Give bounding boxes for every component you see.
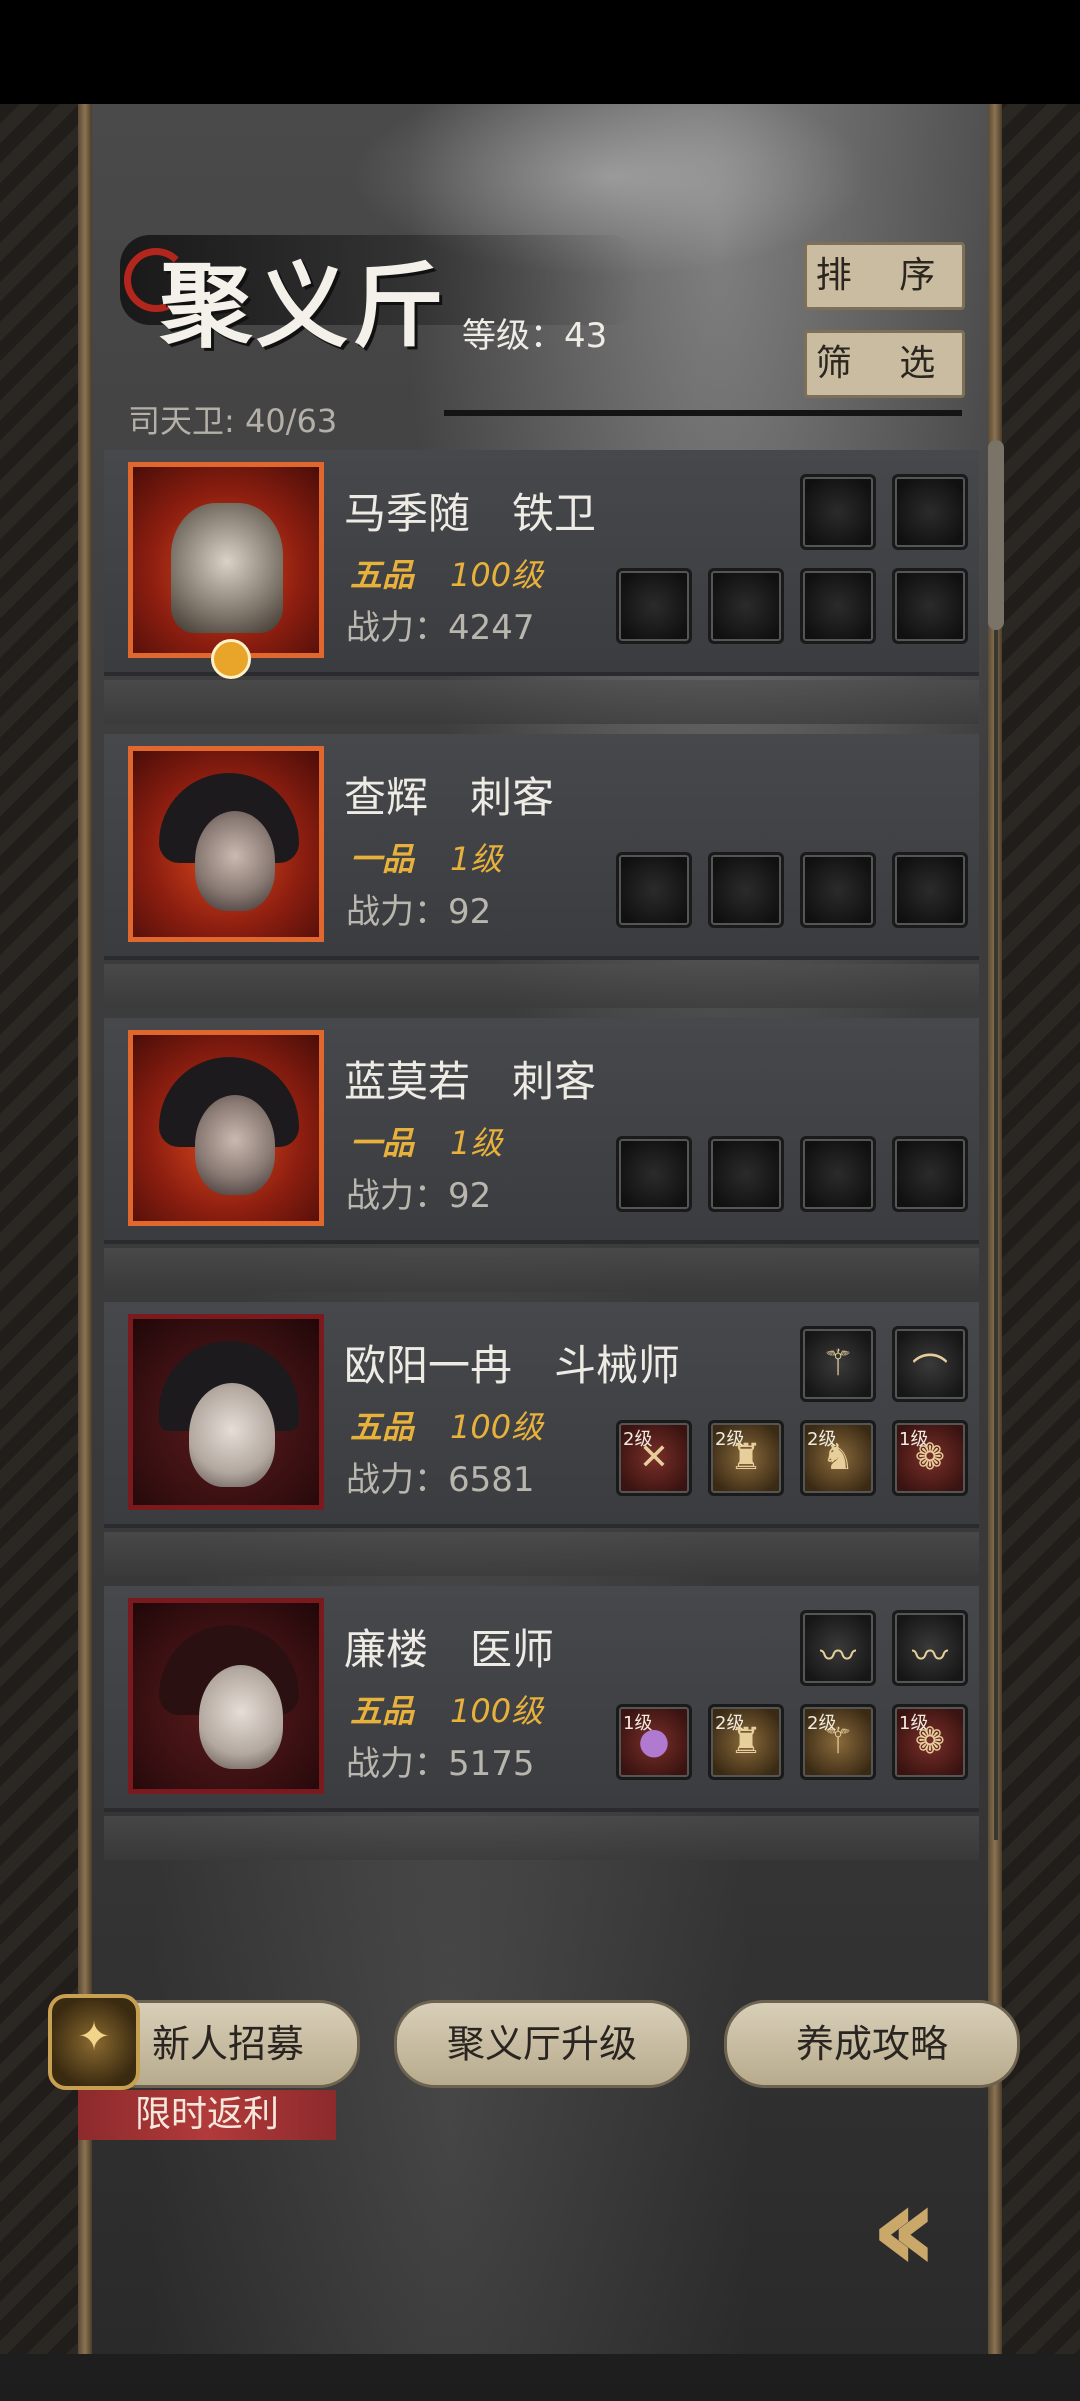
card-separator: [104, 680, 979, 724]
status-bar: [0, 0, 1080, 104]
face-shape: [199, 1665, 283, 1769]
equipment-slot[interactable]: [616, 852, 692, 928]
equipment-slot[interactable]: [800, 568, 876, 644]
double-chevron-left-icon[interactable]: ‹‹: [870, 2170, 1020, 2290]
hero-name: 马季随 铁卫: [344, 489, 597, 538]
equipment-slot-staff[interactable]: 2级 ⚚: [800, 1704, 876, 1780]
crossbow-icon: ✕: [638, 1437, 670, 1478]
hero-portrait: [128, 1314, 324, 1510]
armor-icon: ♜: [729, 1437, 763, 1478]
staff-icon: ⚚: [821, 1343, 855, 1384]
scroll-track: [994, 440, 998, 1840]
hall-upgrade-button[interactable]: 聚义厅升级: [394, 2000, 690, 2088]
page-title: 聚义斤: [160, 252, 449, 360]
gourd-icon: ●: [638, 1721, 670, 1762]
equipment-slot[interactable]: [708, 1136, 784, 1212]
flame-badge-icon: [211, 639, 251, 679]
equipment-slot-pouch[interactable]: 1级 ❁: [892, 1704, 968, 1780]
filter-button[interactable]: 筛 选: [804, 330, 965, 398]
card-separator: [104, 1816, 979, 1860]
face-shape: [195, 1095, 275, 1195]
equipment-slot-gourd[interactable]: 1级 ●: [616, 1704, 692, 1780]
hero-name: 欧阳一冉 斗械师: [344, 1341, 681, 1390]
feather-icon: 〰: [819, 1636, 856, 1677]
equipment-slot[interactable]: [892, 852, 968, 928]
skill-slot[interactable]: [892, 474, 968, 550]
hero-grade: 五品: [350, 1692, 415, 1730]
face-shape: [195, 811, 275, 911]
hero-card[interactable]: 马季随 铁卫 五品 100级 战力：4247: [104, 450, 979, 724]
equipment-slot-armor[interactable]: 2级 ♜: [708, 1420, 784, 1496]
skill-slot[interactable]: [800, 474, 876, 550]
hero-portrait: [128, 462, 324, 679]
hero-level: 1级: [450, 1124, 503, 1162]
equipment-slot[interactable]: [616, 1136, 692, 1212]
hero-card[interactable]: 查辉 刺客 一品 1级 战力：92: [104, 734, 979, 1008]
hero-level: 100级: [450, 556, 544, 594]
limited-rebate-banner[interactable]: 限时返利: [78, 2090, 336, 2140]
hero-name: 查辉 刺客: [344, 773, 555, 822]
hero-grade: 一品: [350, 840, 415, 878]
hero-power: 战力：92: [346, 892, 492, 932]
hero-portrait: [128, 1030, 324, 1226]
feather-skill-slot[interactable]: 〰: [892, 1610, 968, 1686]
equipment-slot-crossbow[interactable]: 2级 ✕: [616, 1420, 692, 1496]
sort-button[interactable]: 排 序: [804, 242, 965, 310]
equipment-slot[interactable]: [892, 568, 968, 644]
hero-name: 蓝莫若 刺客: [344, 1057, 597, 1106]
helmet-figure: [171, 503, 283, 633]
card-separator: [104, 1248, 979, 1292]
face-shape: [189, 1383, 275, 1487]
hero-grade: 五品: [350, 1408, 415, 1446]
hero-power: 战力：92: [346, 1176, 492, 1216]
equipment-slot-pouch[interactable]: 1级 ❁: [892, 1420, 968, 1496]
card-separator: [104, 964, 979, 1008]
hero-portrait: [128, 746, 324, 942]
hero-level: 1级: [450, 840, 503, 878]
header-divider: [444, 410, 962, 416]
hero-name: 廉楼 医师: [344, 1625, 555, 1674]
robe-icon: ♜: [729, 1721, 763, 1762]
token-glyph: ✦: [77, 2014, 111, 2060]
recruit-token-icon[interactable]: ✦: [48, 1994, 140, 2090]
equipment-slot[interactable]: [708, 568, 784, 644]
hero-portrait: [128, 1598, 324, 1794]
pouch-icon: ❁: [914, 1437, 946, 1478]
staff-icon: ⚚: [821, 1721, 855, 1762]
equipment-slot[interactable]: [800, 1136, 876, 1212]
hero-power: 战力：4247: [346, 608, 535, 648]
hero-power: 战力：6581: [346, 1460, 535, 1500]
staff-skill-slot[interactable]: ⚚: [800, 1326, 876, 1402]
training-guide-button[interactable]: 养成攻略: [724, 2000, 1020, 2088]
hero-card[interactable]: 欧阳一冉 斗械师 五品 100级 战力：6581 ⚚ ⌒ 2级 ✕ 2级 ♜ 2级 ♞…: [104, 1302, 979, 1576]
hero-level: 100级: [450, 1408, 544, 1446]
hero-power: 战力：5175: [346, 1744, 535, 1784]
hero-card[interactable]: 蓝莫若 刺客 一品 1级 战力：92: [104, 1018, 979, 1292]
hero-level: 100级: [450, 1692, 544, 1730]
equipment-slot[interactable]: [616, 568, 692, 644]
equipment-slot[interactable]: [892, 1136, 968, 1212]
comb-icon: ⌒: [911, 1352, 948, 1393]
comb-skill-slot[interactable]: ⌒: [892, 1326, 968, 1402]
hero-grade: 五品: [350, 556, 415, 594]
boots-icon: ♞: [821, 1437, 855, 1478]
hall-level: 等级：43: [462, 316, 608, 356]
equipment-slot-boots[interactable]: 2级 ♞: [800, 1420, 876, 1496]
hero-card[interactable]: 廉楼 医师 五品 100级 战力：5175 〰 〰 1级 ● 2级 ♜ 2级 ⚚ 1级…: [104, 1586, 979, 1860]
equipment-slot[interactable]: [708, 852, 784, 928]
equipment-slot-robe[interactable]: 2级 ♜: [708, 1704, 784, 1780]
roster-count: 司天卫: 40/63: [128, 402, 338, 440]
feather-icon: 〰: [911, 1636, 948, 1677]
feather-skill-slot[interactable]: 〰: [800, 1610, 876, 1686]
hero-grade: 一品: [350, 1124, 415, 1162]
pouch-icon: ❁: [914, 1721, 946, 1762]
scrollbar-thumb[interactable]: [988, 440, 1004, 630]
equipment-slot[interactable]: [800, 852, 876, 928]
card-separator: [104, 1532, 979, 1576]
